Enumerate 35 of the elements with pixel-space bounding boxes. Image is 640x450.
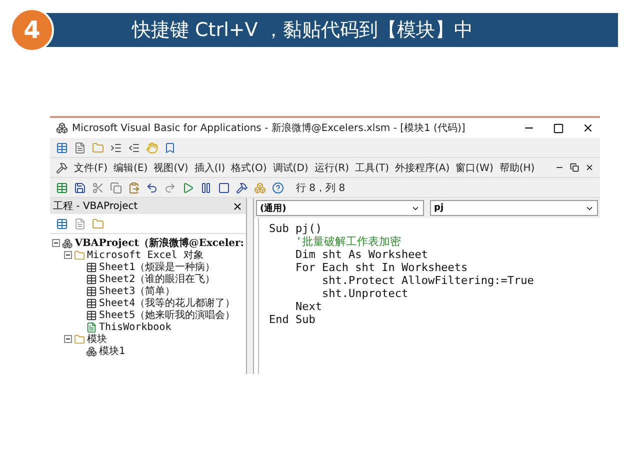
menu-item[interactable]: 文件(F) [74, 160, 108, 174]
tree-item[interactable]: VBAProject（新浪微博@Exceler: [74, 236, 244, 250]
tree-item[interactable]: ThisWorkbook [99, 322, 172, 332]
code-comment: '批量破解工作表加密 [294, 235, 402, 248]
step-number: 4 [10, 8, 54, 52]
tree-item[interactable]: Sheet4（我等的花儿都谢了） [99, 296, 236, 310]
code-line: For Each sht In Worksheets [294, 261, 469, 274]
cursor-position: 行 8，列 8 [296, 182, 346, 194]
tree-item[interactable]: Sheet2（谁的眼泪在飞） [99, 272, 216, 286]
menu-item[interactable]: 运行(R) [314, 160, 350, 174]
menu-item[interactable]: 视图(V) [154, 160, 188, 174]
menu-item[interactable]: 格式(O) [231, 160, 267, 174]
menu-item[interactable]: 工具(T) [355, 160, 389, 174]
panel-title: 工程 - VBAProject [53, 200, 138, 213]
code-line: sht.Unprotect [320, 287, 410, 300]
code-line: Sub pj() [269, 222, 323, 235]
tree-item[interactable]: Sheet1（烦躁是一种病） [99, 260, 216, 274]
menu-item[interactable]: 插入(I) [194, 160, 226, 174]
procedure-dropdown[interactable]: pj [430, 200, 598, 216]
menu-item[interactable]: 窗口(W) [456, 160, 494, 174]
menu-item[interactable]: 帮助(H) [499, 160, 535, 174]
menu-item[interactable]: 调试(D) [272, 160, 308, 174]
tree-item[interactable]: Sheet3（简单） [99, 284, 176, 298]
code-line: sht.Protect AllowFiltering:=True [320, 274, 535, 287]
tree-item[interactable]: 模块 [87, 332, 107, 346]
code-line: End Sub [269, 313, 316, 326]
window-title: Microsoft Visual Basic for Applications - 新浪微博@Excelers.xlsm - [模块1 (代码)] [72, 122, 466, 135]
tree-item[interactable]: 模块1 [99, 344, 126, 358]
menu-item[interactable]: 编辑(E) [114, 160, 148, 174]
code-line: Dim sht As Worksheet [294, 248, 429, 261]
tree-item[interactable]: Microsoft Excel 对象 [87, 248, 204, 262]
menu-item[interactable]: 外接程序(A) [395, 160, 450, 174]
tree-item[interactable]: Sheet5（她来听我的演唱会） [99, 308, 236, 322]
code-line: Next [294, 300, 323, 313]
object-dropdown[interactable]: (通用) [256, 200, 424, 216]
